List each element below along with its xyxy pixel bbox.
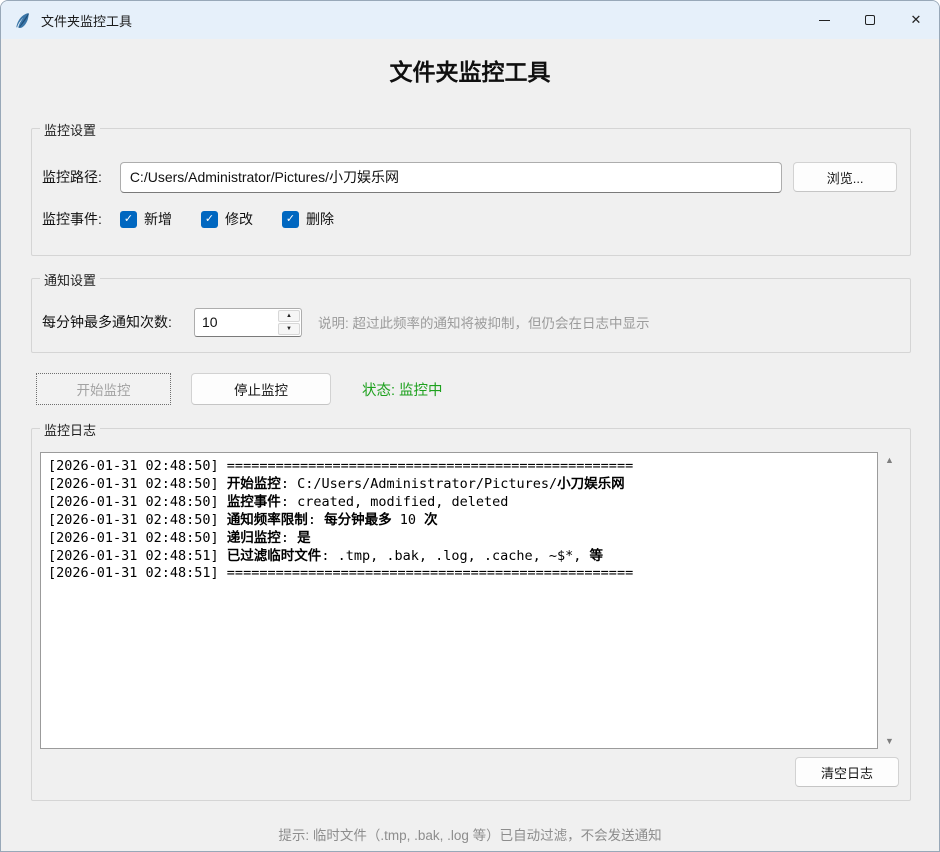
log-line: [2026-01-31 02:48:51] 已过滤临时文件: .tmp, .ba…: [48, 547, 870, 565]
close-icon: ✕: [911, 12, 922, 28]
checkbox-created[interactable]: ✓ 新增: [120, 209, 172, 229]
spin-arrows: ▲ ▼: [278, 310, 300, 335]
log-line: [2026-01-31 02:48:50] 开始监控: C:/Users/Adm…: [48, 475, 870, 493]
rate-spinbox[interactable]: ▲ ▼: [194, 308, 302, 337]
log-line: [2026-01-31 02:48:50] ==================…: [48, 458, 870, 475]
minimize-icon: [819, 20, 830, 21]
titlebar: 文件夹监控工具 ✕: [1, 1, 939, 39]
footer-hint: 提示: 临时文件（.tmp, .bak, .log 等）已自动过滤，不会发送通知: [1, 824, 939, 844]
checkbox-modified[interactable]: ✓ 修改: [201, 209, 253, 229]
path-label: 监控路径:: [42, 167, 120, 187]
events-label: 监控事件:: [42, 209, 120, 229]
events-row: 监控事件: ✓ 新增 ✓ 修改 ✓ 删除: [42, 209, 363, 229]
log-group: 监控日志 [2026-01-31 02:48:50] =============…: [31, 428, 911, 801]
log-line: [2026-01-31 02:48:50] 递归监控: 是: [48, 529, 870, 547]
rate-input[interactable]: [195, 314, 275, 330]
scroll-up-icon[interactable]: ▲: [885, 452, 894, 468]
notify-settings-group: 通知设置 每分钟最多通知次数: ▲ ▼ 说明: 超过此频率的通知将被抑制，但仍会…: [31, 278, 911, 353]
monitor-settings-label: 监控设置: [40, 120, 100, 139]
maximize-button[interactable]: [847, 1, 893, 39]
rate-row: 每分钟最多通知次数: ▲ ▼ 说明: 超过此频率的通知将被抑制，但仍会在日志中显…: [42, 307, 897, 337]
path-row: 监控路径: 浏览...: [42, 161, 897, 193]
scroll-down-icon[interactable]: ▼: [885, 733, 894, 749]
minimize-button[interactable]: [801, 1, 847, 39]
stop-monitor-button[interactable]: 停止监控: [191, 373, 331, 405]
arrow-up-icon: ▲: [286, 313, 292, 319]
spin-down-button[interactable]: ▼: [278, 323, 300, 335]
status-text: 状态: 监控中: [362, 379, 443, 400]
close-button[interactable]: ✕: [893, 1, 939, 39]
clear-log-button[interactable]: 清空日志: [795, 757, 899, 787]
browse-button[interactable]: 浏览...: [793, 162, 897, 192]
rate-hint: 说明: 超过此频率的通知将被抑制，但仍会在日志中显示: [318, 312, 650, 332]
log-line: [2026-01-31 02:48:51] ==================…: [48, 565, 870, 582]
check-icon: ✓: [120, 211, 137, 228]
monitor-settings-group: 监控设置 监控路径: 浏览... 监控事件: ✓ 新增 ✓ 修改 ✓ 删除: [31, 128, 911, 256]
window-controls: ✕: [801, 1, 939, 39]
spin-up-button[interactable]: ▲: [278, 310, 300, 322]
maximize-icon: [865, 15, 875, 25]
log-line: [2026-01-31 02:48:50] 通知频率限制: 每分钟最多 10 次: [48, 511, 870, 529]
log-line: [2026-01-31 02:48:50] 监控事件: created, mod…: [48, 493, 870, 511]
page-title: 文件夹监控工具: [1, 53, 939, 87]
checkbox-deleted[interactable]: ✓ 删除: [282, 209, 334, 229]
check-icon: ✓: [201, 211, 218, 228]
log-lines: [2026-01-31 02:48:50] ==================…: [48, 458, 870, 582]
checkbox-deleted-label: 删除: [306, 209, 334, 229]
app-window: 文件夹监控工具 ✕ 文件夹监控工具 监控设置 监控路径: 浏览... 监控事件:…: [0, 0, 940, 852]
checkbox-created-label: 新增: [144, 209, 172, 229]
start-monitor-button: 开始监控: [36, 373, 171, 405]
notify-settings-label: 通知设置: [40, 270, 100, 289]
log-textarea[interactable]: [2026-01-31 02:48:50] ==================…: [40, 452, 878, 749]
rate-label: 每分钟最多通知次数:: [42, 312, 194, 332]
log-group-label: 监控日志: [40, 420, 100, 439]
log-scrollbar[interactable]: ▲ ▼: [881, 452, 898, 749]
arrow-down-icon: ▼: [286, 326, 292, 332]
check-icon: ✓: [282, 211, 299, 228]
path-input[interactable]: [120, 162, 782, 193]
python-feather-icon: [14, 11, 32, 29]
controls-row: 开始监控 停止监控 状态: 监控中: [36, 373, 443, 405]
checkbox-modified-label: 修改: [225, 209, 253, 229]
window-title: 文件夹监控工具: [41, 11, 132, 30]
